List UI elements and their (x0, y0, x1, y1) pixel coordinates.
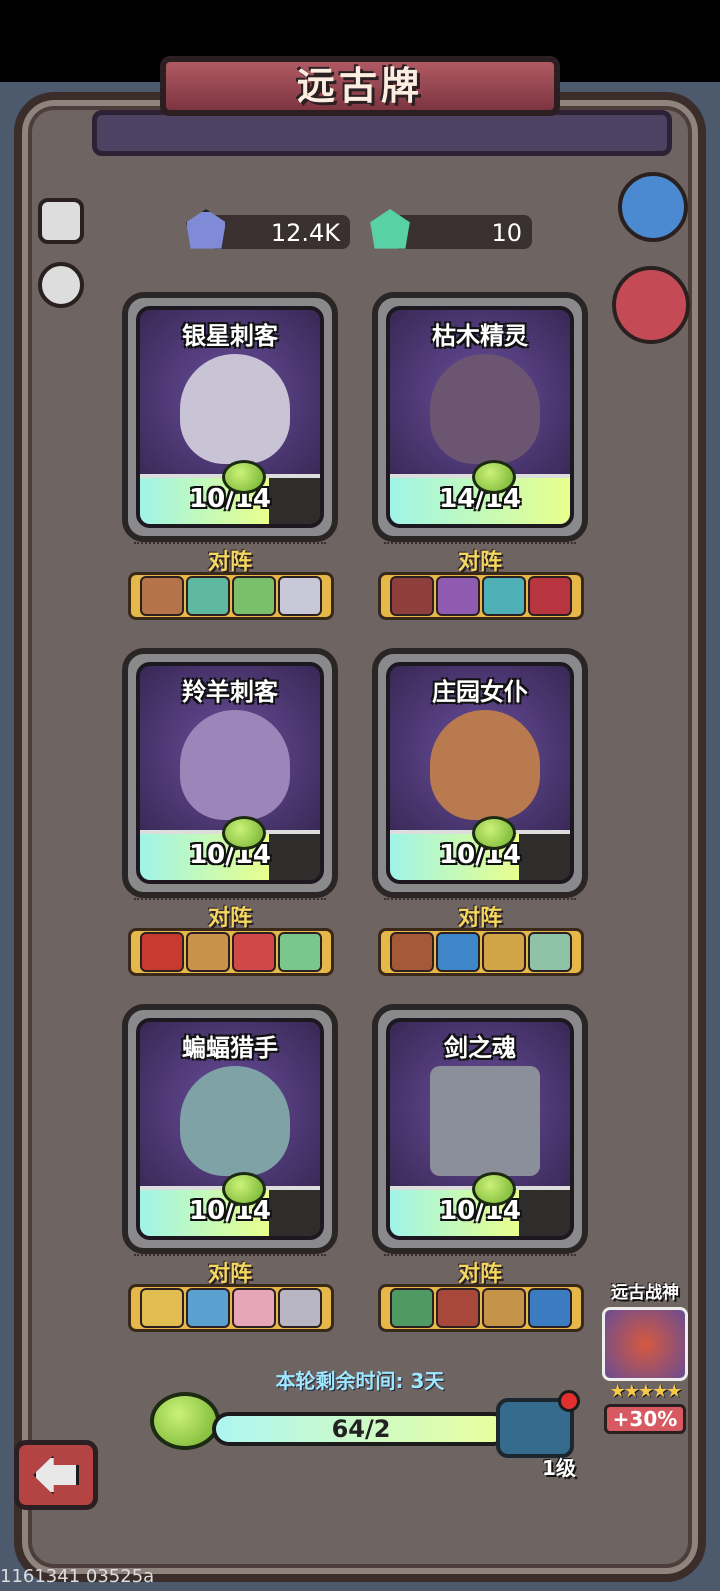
hero-avatar[interactable] (482, 932, 526, 972)
card-name: 羚羊刺客 (182, 678, 278, 706)
hero-avatar[interactable] (186, 1288, 230, 1328)
back-button[interactable] (14, 1440, 98, 1510)
title-banner: 远古牌 (160, 56, 560, 116)
main-progress-bar: 64/2 (212, 1412, 510, 1446)
watermark: 1161341 03525a (0, 1566, 155, 1587)
star-rating: ★★★★★ (609, 1381, 683, 1402)
card-name: 庄园女仆 (432, 678, 528, 706)
card-frame: 银星刺客 10/14 (136, 306, 324, 528)
ancient-god-portrait[interactable] (602, 1307, 688, 1381)
reward-chest-icon[interactable] (496, 1390, 580, 1458)
page-title: 远古牌 (296, 64, 423, 108)
bean-icon (472, 460, 516, 494)
hero-avatar[interactable] (278, 576, 322, 616)
notification-dot (558, 1390, 580, 1412)
hero-avatar[interactable] (140, 576, 184, 616)
ancient-god-panel[interactable]: 远古战神 ★★★★★ +30% (600, 1278, 690, 1434)
hero-avatar[interactable] (528, 1288, 572, 1328)
hero-avatar[interactable] (140, 932, 184, 972)
hero-avatar[interactable] (436, 932, 480, 972)
ancient-god-label: 远古战神 (611, 1283, 679, 1303)
counter-team[interactable] (128, 928, 334, 976)
hero-avatar[interactable] (232, 576, 276, 616)
hero-avatar[interactable] (436, 1288, 480, 1328)
card-3[interactable]: 庄园女仆 10/14 (372, 648, 588, 898)
hero-avatar[interactable] (436, 576, 480, 616)
counter-team[interactable] (378, 1284, 584, 1332)
history-icon[interactable] (38, 262, 84, 308)
bean-icon (222, 1172, 266, 1206)
resource-green-value: 10 (491, 219, 522, 247)
resource-blue-value: 12.4K (270, 219, 340, 247)
card-frame: 蝙蝠猎手 10/14 (136, 1018, 324, 1240)
ranking-podium-icon[interactable] (618, 172, 688, 242)
hero-avatar[interactable] (482, 576, 526, 616)
resource-green: 10 (370, 209, 532, 249)
hero-portrait (430, 1066, 540, 1176)
card-name: 枯木精灵 (432, 322, 528, 350)
back-arrow-icon (33, 1455, 79, 1495)
main-progress-text: 64/2 (331, 1415, 391, 1443)
card-name: 蝙蝠猎手 (182, 1034, 278, 1062)
level-label: 1级 (542, 1456, 576, 1480)
hero-portrait (180, 710, 290, 820)
hero-avatar[interactable] (186, 932, 230, 972)
counter-team[interactable] (378, 572, 584, 620)
card-2[interactable]: 羚羊刺客 10/14 (122, 648, 338, 898)
hero-avatar[interactable] (390, 1288, 434, 1328)
bean-icon (472, 1172, 516, 1206)
card-frame: 庄园女仆 10/14 (386, 662, 574, 884)
hero-avatar[interactable] (186, 576, 230, 616)
hero-avatar[interactable] (482, 1288, 526, 1328)
card-5[interactable]: 剑之魂 10/14 (372, 1004, 588, 1254)
hero-portrait (180, 354, 290, 464)
hero-avatar[interactable] (528, 932, 572, 972)
card-frame: 剑之魂 10/14 (386, 1018, 574, 1240)
counter-team[interactable] (378, 928, 584, 976)
bean-icon (222, 460, 266, 494)
board-top-panel (92, 110, 672, 156)
bean-icon (150, 1392, 220, 1450)
hero-avatar[interactable] (278, 1288, 322, 1328)
counter-team[interactable] (128, 1284, 334, 1332)
counter-team[interactable] (128, 572, 334, 620)
hero-portrait (430, 354, 540, 464)
card-name: 银星刺客 (182, 322, 278, 350)
card-frame: 羚羊刺客 10/14 (136, 662, 324, 884)
hero-avatar[interactable] (528, 576, 572, 616)
bean-icon (222, 816, 266, 850)
hero-avatar[interactable] (140, 1288, 184, 1328)
hero-avatar[interactable] (390, 576, 434, 616)
hero-avatar[interactable] (232, 1288, 276, 1328)
resource-blue: 12.4K (186, 209, 350, 249)
bean-icon (472, 816, 516, 850)
hero-avatar[interactable] (232, 932, 276, 972)
card-0[interactable]: 银星刺客 10/14 (122, 292, 338, 542)
card-4[interactable]: 蝙蝠猎手 10/14 (122, 1004, 338, 1254)
hero-avatar[interactable] (278, 932, 322, 972)
card-name: 剑之魂 (444, 1034, 516, 1062)
hero-avatar[interactable] (390, 932, 434, 972)
info-icon[interactable] (38, 198, 84, 244)
bonus-badge: +30% (604, 1404, 686, 1434)
card-frame: 枯木精灵 14/14 (386, 306, 574, 528)
hero-portrait (430, 710, 540, 820)
card-1[interactable]: 枯木精灵 14/14 (372, 292, 588, 542)
hero-portrait (180, 1066, 290, 1176)
shop-icon[interactable] (612, 266, 690, 344)
